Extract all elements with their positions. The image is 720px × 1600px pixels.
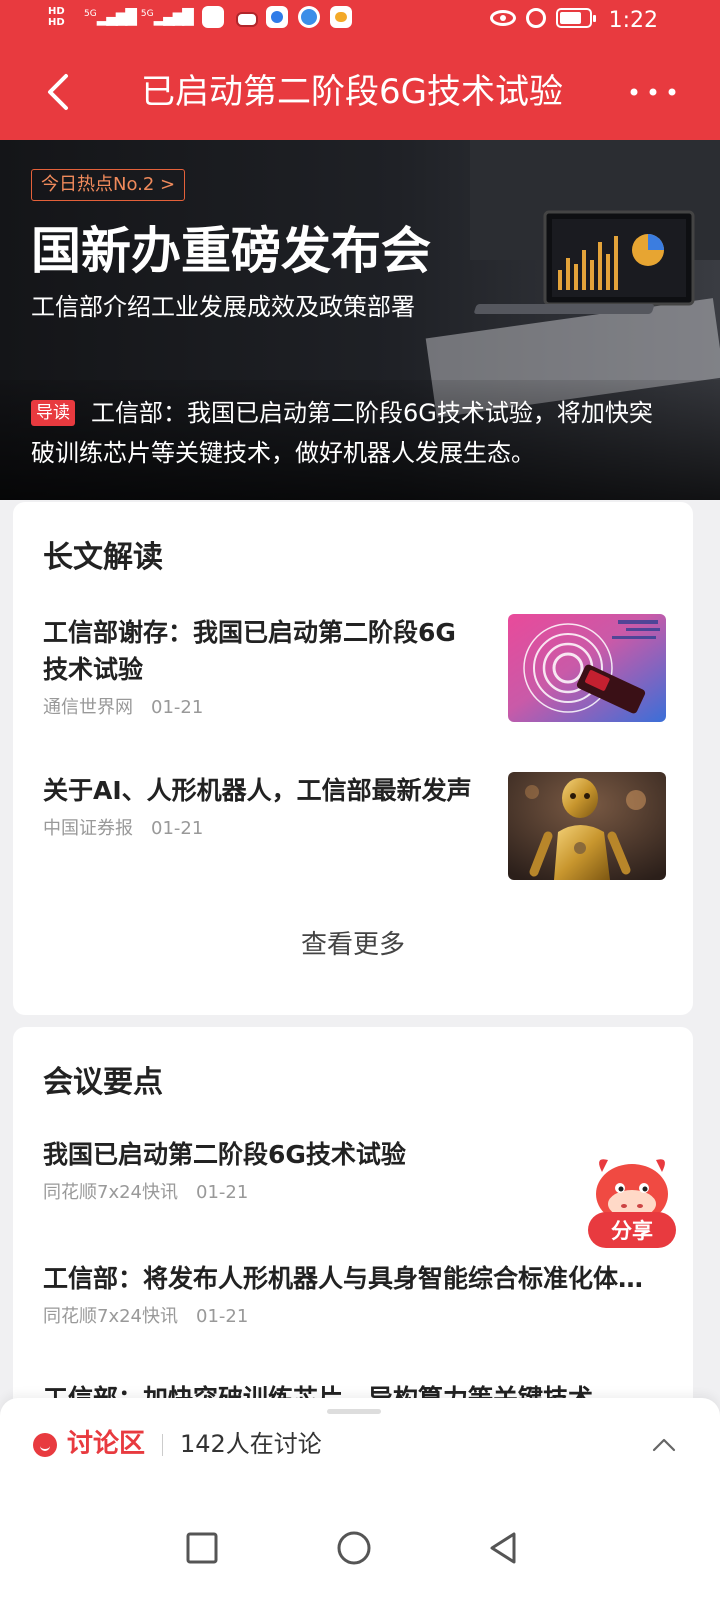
point-title: 工信部：将发布人形机器人与具身智能综合标准化体系建设指南: [43, 1264, 665, 1293]
hd-label-2: HD: [48, 17, 65, 28]
weather-app-icon: [329, 6, 352, 28]
signal-label-2: 5G: [140, 9, 154, 19]
top-bar: HD HD 5G▂▄▆█ 5G▂▄▆█ 1:22 已启动第二阶段6G技术试验: [0, 0, 720, 140]
alarm-icon: [526, 8, 546, 28]
back-nav-icon[interactable]: [484, 1528, 524, 1568]
hd-indicator: HD HD: [48, 6, 78, 28]
banner-subtitle: 工信部介绍工业发展成效及政策部署: [31, 293, 415, 321]
phone-signal-image: [508, 614, 666, 722]
discussion-count: 142人在讨论: [180, 1430, 322, 1458]
article-source: 通信世界网: [43, 697, 133, 718]
article-item[interactable]: 工信部谢存：我国已启动第二阶段6G技术试验 通信世界网 01-21: [43, 614, 683, 722]
status-left: HD HD 5G▂▄▆█ 5G▂▄▆█: [48, 6, 352, 28]
article-title: 工信部谢存：我国已启动第二阶段6G技术试验: [43, 618, 456, 684]
share-label: 分享: [611, 1219, 653, 1243]
chat-bubble-icon: [33, 1433, 57, 1457]
page-title: 已启动第二阶段6G技术试验: [141, 72, 563, 112]
article-source: 中国证券报: [43, 818, 133, 839]
point-title: 我国已启动第二阶段6G技术试验: [43, 1140, 406, 1169]
system-nav-bar: [0, 1508, 720, 1600]
view-more-link[interactable]: 查看更多: [13, 927, 693, 963]
battery-fill: [560, 12, 581, 24]
drag-handle[interactable]: [327, 1409, 381, 1414]
golden-robot-image: [508, 772, 666, 880]
cloud-app-icon: [234, 6, 258, 28]
point-item[interactable]: 工信部：将发布人形机器人与具身智能综合标准化体系建设指南 同花顺7x24快讯 01…: [43, 1261, 683, 1329]
status-right: [490, 8, 596, 28]
app-header: 已启动第二阶段6G技术试验: [0, 46, 720, 140]
article-item[interactable]: 关于AI、人形机器人，工信部最新发声 中国证券报 01-21: [43, 772, 683, 880]
message-app-icon: [201, 6, 224, 28]
longform-card: 长文解读 工信部谢存：我国已启动第二阶段6G技术试验 通信世界网 01-21 关…: [13, 502, 693, 1015]
clock: 1:22: [608, 8, 658, 33]
home-icon[interactable]: [334, 1528, 374, 1568]
divider: [162, 1434, 163, 1456]
topic-banner: 今日热点No.2 > 国新办重磅发布会 工信部介绍工业发展成效及政策部署 工信部…: [0, 140, 720, 500]
lead-summary: 工信部：我国已启动第二阶段6G技术试验，将加快突破训练芯片等关键技术，做好机器人…: [31, 399, 653, 467]
share-mascot-button[interactable]: 分享: [576, 1150, 688, 1254]
signal-icon-2: 5G▂▄▆█: [140, 8, 194, 26]
battery-icon: [556, 8, 596, 28]
eye-icon: [490, 10, 516, 26]
longform-section-title: 长文解读: [43, 540, 163, 575]
article-title: 关于AI、人形机器人，工信部最新发声: [43, 776, 472, 805]
article-date: 01-21: [151, 818, 204, 839]
meeting-section-title: 会议要点: [43, 1065, 163, 1100]
point-source: 同花顺7x24快讯: [43, 1306, 179, 1327]
more-dots-icon[interactable]: [628, 82, 678, 102]
chevron-up-icon[interactable]: [652, 1434, 676, 1454]
browser-app-icon: [297, 6, 320, 28]
point-date: 01-21: [196, 1182, 249, 1203]
baidu-app-icon: [265, 6, 288, 28]
discussion-bar[interactable]: 讨论区 142人在讨论: [0, 1398, 720, 1508]
banner-title: 国新办重磅发布会: [31, 222, 431, 280]
lead-badge: 导读: [31, 400, 75, 426]
point-date: 01-21: [196, 1306, 249, 1327]
recent-apps-icon[interactable]: [182, 1528, 222, 1568]
point-meta: 同花顺7x24快讯 01-21: [43, 1305, 683, 1329]
discussion-label: 讨论区: [67, 1429, 146, 1459]
app-root: HD HD 5G▂▄▆█ 5G▂▄▆█ 1:22 已启动第二阶段6G技术试验 今…: [0, 0, 720, 1600]
status-bar: HD HD 5G▂▄▆█ 5G▂▄▆█ 1:22: [0, 0, 720, 46]
point-source: 同花顺7x24快讯: [43, 1182, 179, 1203]
back-chevron-icon[interactable]: [42, 72, 82, 112]
article-date: 01-21: [151, 697, 204, 718]
signal-label-1: 5G: [84, 9, 97, 19]
hd-label-1: HD: [48, 6, 65, 17]
hot-rank-tag[interactable]: 今日热点No.2 >: [31, 169, 186, 201]
signal-icon-1: 5G▂▄▆█: [84, 8, 137, 26]
